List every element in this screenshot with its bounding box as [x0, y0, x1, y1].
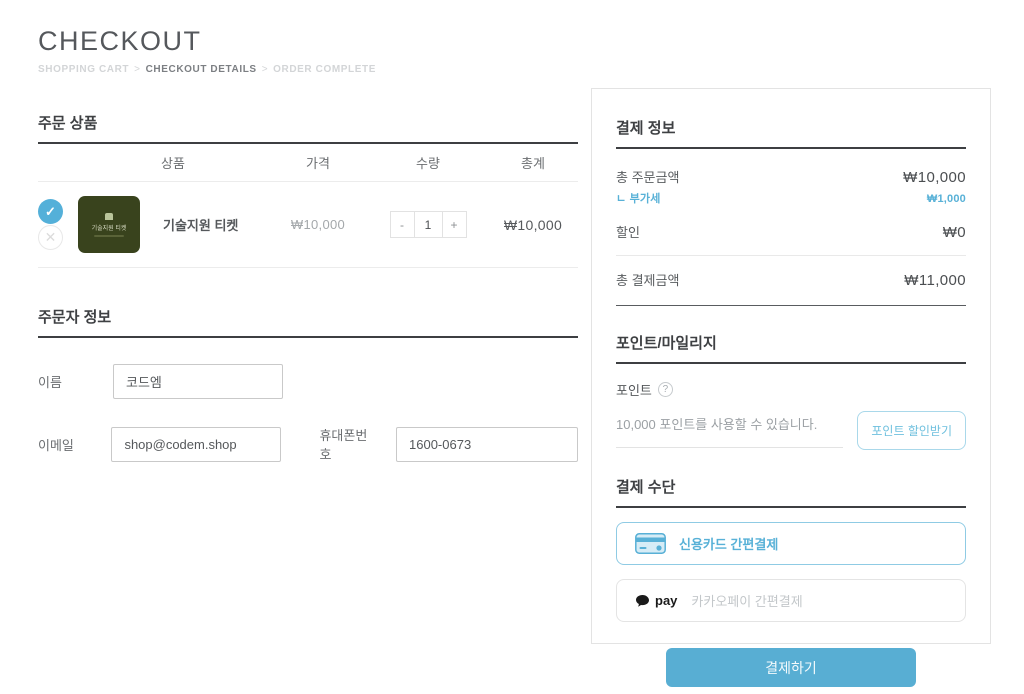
order-items-section: 주문 상품 상품 가격 수량 총계 ✓ ✕ 기술지원 티켓 기술지원 티켓 [38, 112, 578, 268]
credit-card-icon [635, 533, 666, 554]
kakaopay-icon [635, 594, 650, 608]
phone-label: 휴대폰번호 [319, 425, 378, 463]
quantity-value[interactable]: 1 [415, 211, 442, 238]
discount-value: ₩0 [943, 224, 966, 241]
payment-method-card-label: 신용카드 간편결제 [679, 534, 778, 553]
email-field[interactable] [111, 427, 281, 462]
name-field[interactable] [113, 364, 283, 399]
order-table-header: 상품 가격 수량 총계 [38, 144, 578, 182]
pay-button[interactable]: 결제하기 [666, 648, 916, 687]
column-header-price: 가격 [268, 153, 368, 172]
column-header-product: 상품 [78, 153, 268, 172]
payment-method-kakao-label: 카카오페이 간편결제 [691, 591, 802, 610]
vat-value: ₩1,000 [927, 193, 966, 205]
breadcrumb-separator: > [262, 64, 268, 75]
product-image-decoration [94, 235, 124, 237]
breadcrumb-separator: > [134, 64, 140, 75]
orderer-info-section: 주문자 정보 이름 이메일 휴대폰번호 [38, 306, 578, 463]
breadcrumb-shopping-cart[interactable]: SHOPPING CART [38, 64, 129, 75]
product-image-label: 기술지원 티켓 [92, 223, 127, 232]
order-total-row: 총 주문금액 ₩10,000 [616, 167, 966, 186]
final-total-label: 총 결제금액 [616, 270, 679, 289]
vat-label: ㄴ 부가세 [616, 190, 661, 206]
breadcrumb-order-complete: ORDER COMPLETE [273, 64, 376, 75]
apply-points-button[interactable]: 포인트 할인받기 [857, 411, 966, 450]
quantity-increase-button[interactable]: + [442, 211, 467, 238]
table-row: ✓ ✕ 기술지원 티켓 기술지원 티켓 ₩10,000 - 1 + ₩10,00… [38, 182, 578, 268]
quantity-decrease-button[interactable]: - [390, 211, 415, 238]
column-header-quantity: 수량 [368, 153, 488, 172]
payment-method-section: 결제 수단 신용카드 간편결제 pa [616, 476, 966, 687]
product-image: 기술지원 티켓 [78, 196, 140, 253]
payment-panel: 결제 정보 총 주문금액 ₩10,000 ㄴ 부가세 ₩1,000 할인 ₩0 … [591, 88, 991, 644]
form-row-contact: 이메일 휴대폰번호 [38, 425, 578, 463]
item-selected-check-icon[interactable]: ✓ [38, 199, 63, 224]
quantity-stepper: - 1 + [368, 211, 488, 238]
points-usage-row: 10,000 포인트를 사용할 수 있습니다. 포인트 할인받기 [616, 411, 966, 450]
column-header-total: 총계 [488, 153, 578, 172]
divider [616, 305, 966, 306]
name-label: 이름 [38, 372, 113, 391]
payment-info-section: 결제 정보 총 주문금액 ₩10,000 ㄴ 부가세 ₩1,000 할인 ₩0 … [616, 117, 966, 306]
ticket-icon [105, 213, 113, 220]
item-remove-icon[interactable]: ✕ [38, 225, 63, 250]
product-price: ₩10,000 [268, 217, 368, 232]
section-title-payment-method: 결제 수단 [616, 476, 966, 508]
final-total-value: ₩11,000 [904, 272, 966, 289]
vat-row: ㄴ 부가세 ₩1,000 [616, 190, 966, 206]
product-total: ₩10,000 [488, 217, 578, 233]
section-title-payment-info: 결제 정보 [616, 117, 966, 149]
section-title-order-items: 주문 상품 [38, 112, 578, 144]
form-row-name: 이름 [38, 364, 578, 399]
section-title-orderer-info: 주문자 정보 [38, 306, 578, 338]
item-selection-controls: ✓ ✕ [38, 199, 78, 250]
kakaopay-brand: pay [655, 593, 677, 608]
order-total-value: ₩10,000 [903, 169, 966, 186]
payment-method-card[interactable]: 신용카드 간편결제 [616, 522, 966, 565]
discount-label: 할인 [616, 222, 640, 241]
divider [616, 255, 966, 256]
breadcrumb-checkout-details: CHECKOUT DETAILS [146, 64, 257, 75]
points-label: 포인트 [616, 380, 652, 399]
points-section: 포인트/마일리지 포인트 ? 10,000 포인트를 사용할 수 있습니다. 포… [616, 332, 966, 450]
breadcrumb: SHOPPING CART > CHECKOUT DETAILS > ORDER COM… [38, 64, 376, 75]
order-column: 주문 상품 상품 가격 수량 총계 ✓ ✕ 기술지원 티켓 기술지원 티켓 [38, 112, 578, 463]
page-title: CHECKOUT [38, 26, 376, 57]
help-icon[interactable]: ? [658, 382, 673, 397]
product-name: 기술지원 티켓 [153, 215, 268, 234]
discount-row: 할인 ₩0 [616, 222, 966, 241]
email-label: 이메일 [38, 435, 111, 454]
payment-method-kakaopay[interactable]: pay 카카오페이 간편결제 [616, 579, 966, 622]
checkout-page: CHECKOUT SHOPPING CART > CHECKOUT DETAILS >… [0, 0, 1024, 694]
section-title-points: 포인트/마일리지 [616, 332, 966, 364]
final-total-row: 총 결제금액 ₩11,000 [616, 270, 966, 289]
points-label-row: 포인트 ? [616, 380, 966, 399]
phone-field[interactable] [396, 427, 578, 462]
order-total-label: 총 주문금액 [616, 167, 679, 186]
points-available-message: 10,000 포인트를 사용할 수 있습니다. [616, 414, 843, 448]
page-header: CHECKOUT SHOPPING CART > CHECKOUT DETAILS >… [38, 26, 376, 75]
